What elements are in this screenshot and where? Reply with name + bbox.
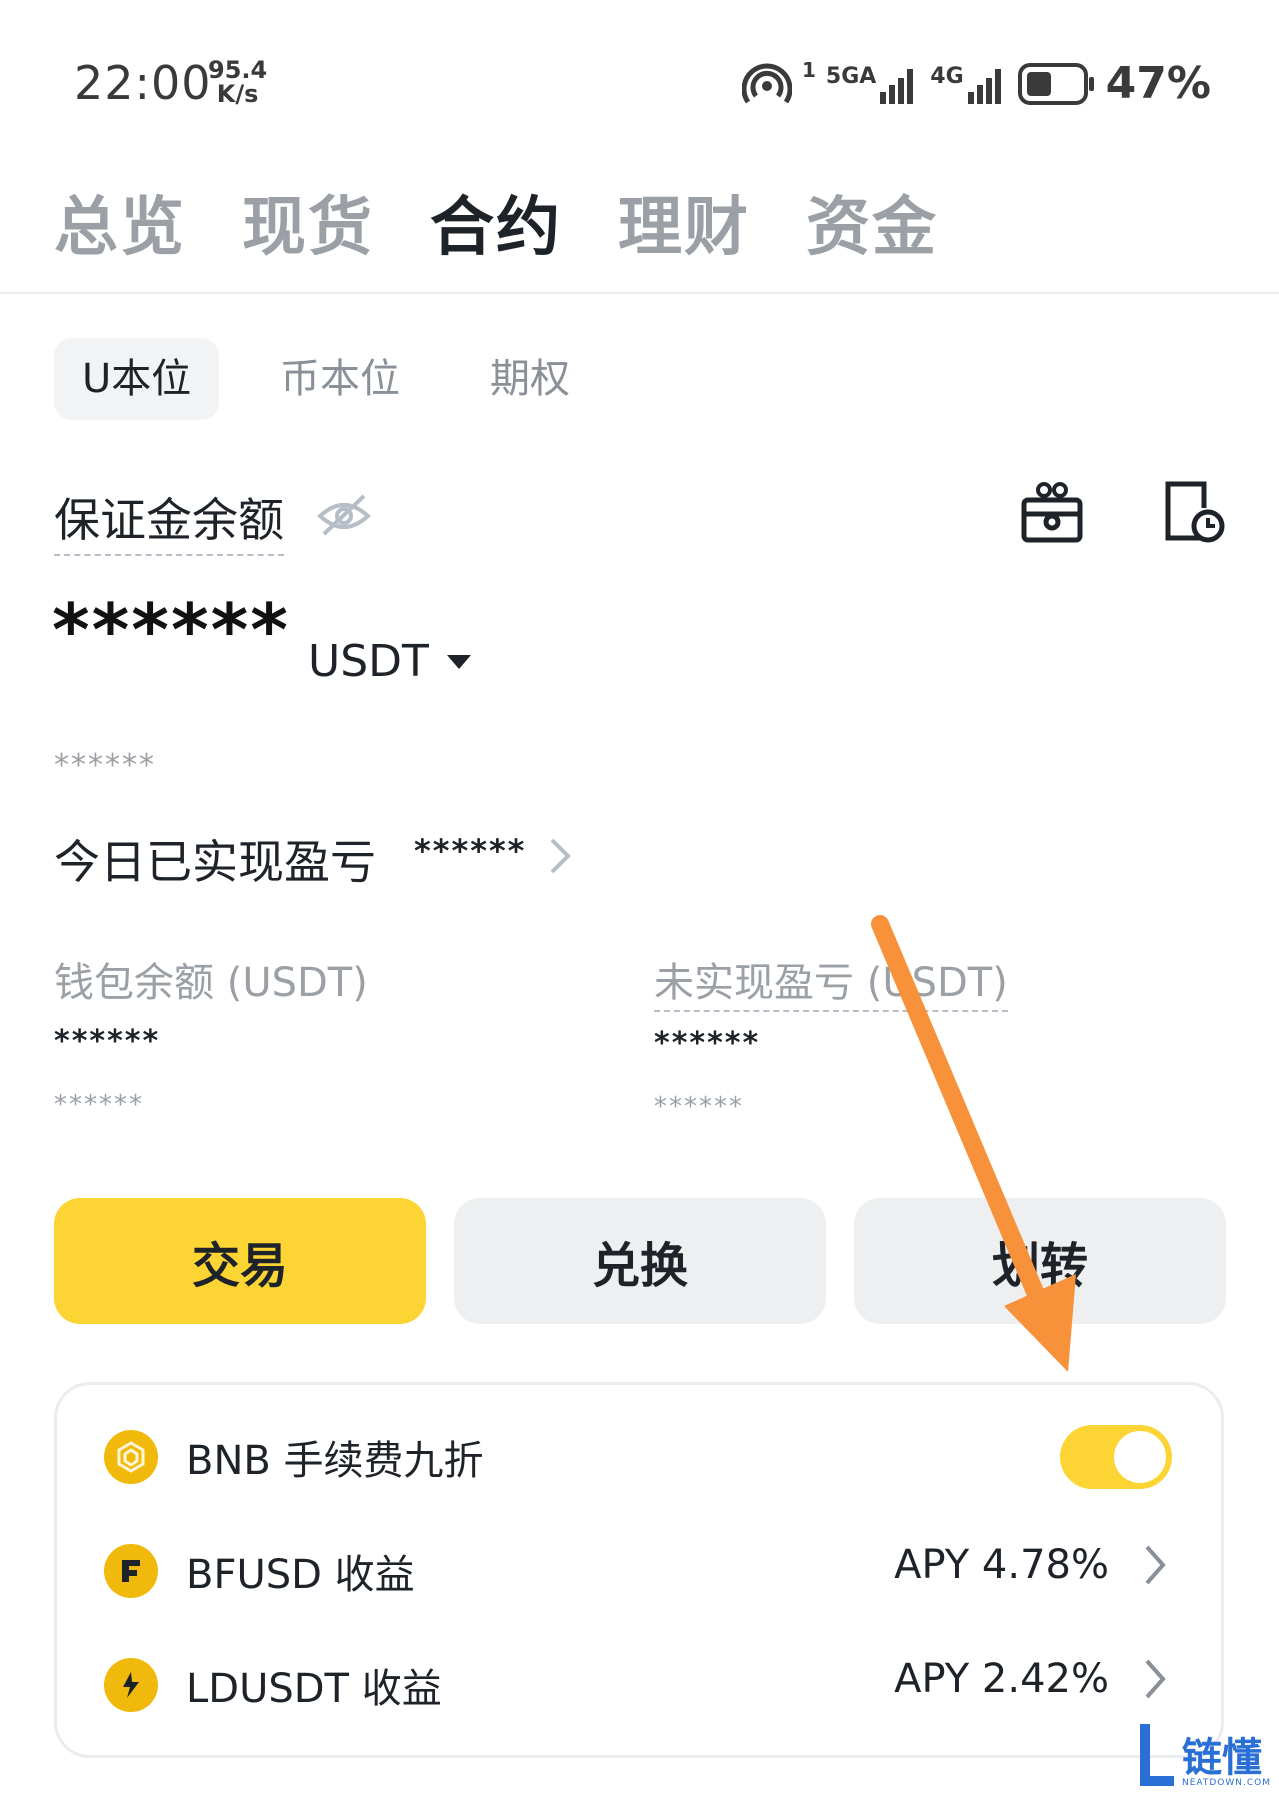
- signal-4g: 4G: [930, 64, 1007, 104]
- watermark-logo: 链懂 NEATDOWN.COM: [1136, 1722, 1271, 1788]
- sim1-label: 1: [801, 58, 816, 82]
- transfer-button[interactable]: 划转: [854, 1198, 1226, 1324]
- battery-percent: 47%: [1105, 58, 1211, 109]
- ldusdt-apy[interactable]: APY 2.42%: [894, 1656, 1167, 1702]
- bfusd-icon: [104, 1544, 158, 1598]
- net2-label: 4G: [930, 63, 964, 89]
- status-icons: 1 5GA 4G 47%: [741, 58, 1211, 109]
- tab-spot[interactable]: 现货: [242, 176, 374, 268]
- margin-balance-equiv: ******: [54, 748, 156, 783]
- wallet-balance-value: ******: [54, 1024, 161, 1059]
- today-pnl-value: ******: [414, 832, 527, 870]
- net1-label: 5GA: [825, 63, 877, 89]
- subtab-options[interactable]: 期权: [490, 338, 570, 420]
- trade-button[interactable]: 交易: [54, 1198, 426, 1324]
- gift-icon[interactable]: [1020, 480, 1084, 544]
- network-speed-unit: K/s: [216, 80, 259, 108]
- bfusd-apy-value: APY 4.78%: [894, 1542, 1109, 1588]
- margin-balance-label[interactable]: 保证金余额: [54, 484, 284, 556]
- ldusdt-icon: [104, 1658, 158, 1712]
- watermark-text: 链懂: [1181, 1735, 1262, 1781]
- tab-overview[interactable]: 总览: [54, 176, 186, 268]
- signal-bars-icon: [967, 68, 1001, 104]
- top-tabs: 总览 现货 合约 理财 资金: [54, 176, 938, 268]
- unrealized-pnl-equiv: ******: [654, 1092, 744, 1122]
- status-time: 22:00: [74, 56, 212, 110]
- history-icon[interactable]: [1162, 480, 1226, 544]
- subtab-usdm[interactable]: U本位: [54, 338, 220, 420]
- network-speed-value: 95.4: [208, 56, 268, 84]
- caret-down-icon: [446, 654, 471, 669]
- ldusdt-label: LDUSDT 收益: [186, 1666, 442, 1712]
- signal-5ga: 5GA: [826, 64, 920, 104]
- bnb-discount-label: BNB 手续费九折: [186, 1438, 484, 1484]
- bnb-discount-toggle[interactable]: [1060, 1425, 1172, 1489]
- hotspot-icon: [741, 63, 792, 103]
- margin-balance-value: ******: [52, 588, 290, 672]
- ldusdt-apy-value: APY 2.42%: [894, 1656, 1109, 1702]
- tab-futures[interactable]: 合约: [430, 176, 562, 268]
- watermark-l-icon: [1139, 1724, 1174, 1786]
- chevron-right-icon: [1145, 1545, 1166, 1585]
- wallet-balance-equiv: ******: [54, 1090, 144, 1120]
- bfusd-row[interactable]: BFUSD 收益: [104, 1542, 415, 1600]
- bfusd-label: BFUSD 收益: [186, 1552, 415, 1598]
- bnb-discount-row: BNB 手续费九折: [104, 1428, 484, 1486]
- unrealized-pnl-label[interactable]: 未实现盈亏 (USDT): [654, 950, 1008, 1012]
- bfusd-apy[interactable]: APY 4.78%: [894, 1542, 1167, 1588]
- battery-icon: [1017, 62, 1094, 105]
- subtab-coinm[interactable]: 币本位: [280, 338, 400, 420]
- unrealized-pnl-value: ******: [654, 1026, 761, 1061]
- watermark-sub: NEATDOWN.COM: [1181, 1778, 1271, 1788]
- currency-label: USDT: [308, 636, 429, 687]
- currency-selector[interactable]: USDT: [308, 636, 471, 687]
- wallet-balance-label: 钱包余额 (USDT): [54, 960, 368, 1006]
- network-speed: 95.4 K/s: [208, 58, 267, 106]
- tab-funding[interactable]: 资金: [806, 176, 938, 268]
- signal-bars-icon: [880, 68, 914, 104]
- eye-off-icon[interactable]: [316, 490, 372, 538]
- chevron-right-icon: [1145, 1659, 1166, 1699]
- chevron-right-icon[interactable]: [546, 836, 574, 876]
- ldusdt-row[interactable]: LDUSDT 收益: [104, 1656, 442, 1714]
- toggle-knob: [1114, 1431, 1166, 1483]
- bnb-icon: [104, 1430, 158, 1484]
- tab-earn[interactable]: 理财: [618, 176, 750, 268]
- today-pnl-label[interactable]: 今日已实现盈亏: [54, 826, 376, 892]
- convert-button[interactable]: 兑换: [454, 1198, 826, 1324]
- tabs-divider: [0, 292, 1279, 294]
